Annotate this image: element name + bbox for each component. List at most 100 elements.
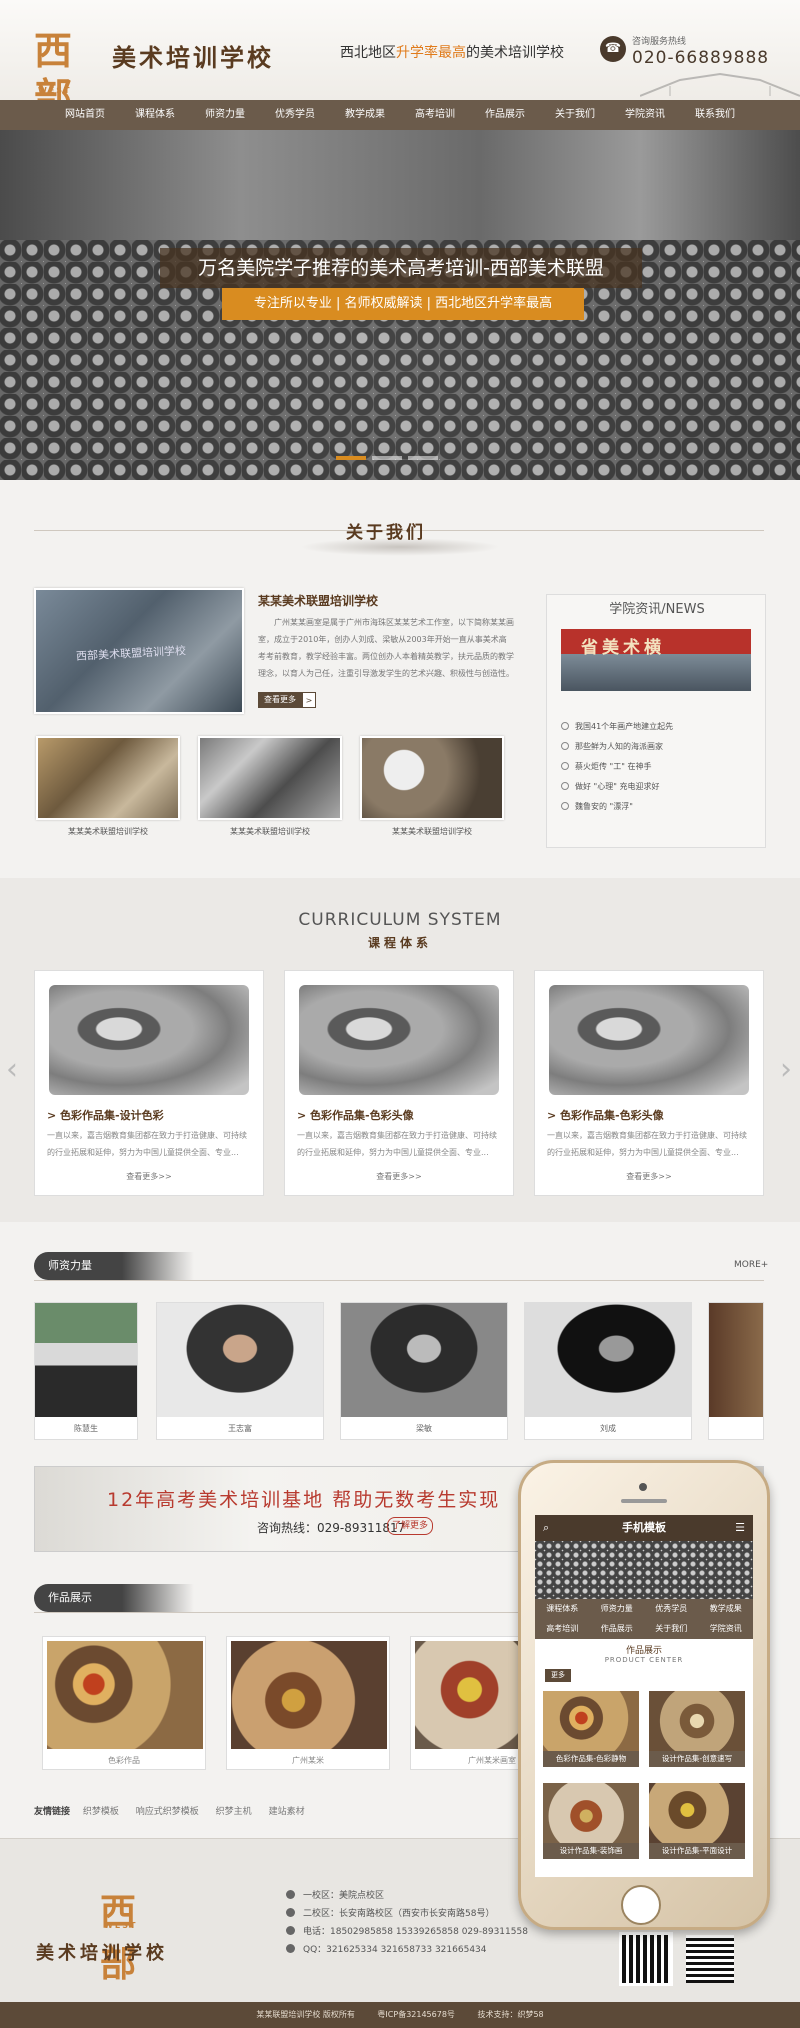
mobile-work-item[interactable]: 色彩作品集-色彩静物: [543, 1691, 639, 1767]
camera-icon: [639, 1483, 647, 1491]
footer-contact-info: 一校区：美院点校区 二校区：长安南路校区（西安市长安南路58号） 电话：1850…: [286, 1887, 528, 1959]
banner-photo-background: [0, 130, 800, 240]
location-line: 一校区：美院点校区: [286, 1887, 528, 1905]
about-thumb-1[interactable]: [36, 736, 180, 820]
course-title[interactable]: > 色彩作品集-色彩头像: [297, 1107, 414, 1123]
course-card[interactable]: > 色彩作品集-色彩头像 一直以来，嘉吉烟教育集团都在致力于打造健康、可持续的行…: [534, 970, 764, 1196]
news-item[interactable]: 我国41个年画产地建立起先: [561, 717, 673, 737]
friend-link[interactable]: 响应式织梦模板: [136, 1807, 199, 1817]
mobile-nav-item[interactable]: 教学成果: [699, 1599, 754, 1619]
bullet-icon: [561, 762, 569, 770]
work-card[interactable]: 广州某米: [226, 1636, 390, 1770]
icp-number[interactable]: 粤ICP备32145678号: [377, 2010, 455, 2019]
mobile-nav-item[interactable]: 师资力量: [590, 1599, 645, 1619]
works-title: 作品展示: [34, 1584, 194, 1612]
search-icon[interactable]: ⌕: [543, 1515, 549, 1541]
chevron-right-icon[interactable]: ›: [780, 1052, 792, 1087]
work-photo: [231, 1641, 387, 1749]
teacher-name: 陈慧生: [74, 1424, 98, 1433]
teacher-card[interactable]: 王志富: [156, 1302, 324, 1440]
news-item[interactable]: 那些鲜为人知的海派画家: [561, 737, 673, 757]
teacher-card[interactable]: 刘成: [524, 1302, 692, 1440]
mobile-nav-item[interactable]: 课程体系: [535, 1599, 590, 1619]
nav-results[interactable]: 教学成果: [330, 100, 400, 130]
logo[interactable]: 西部 WEST: [34, 28, 100, 119]
mobile-work-item[interactable]: 设计作品集-创意速写: [649, 1691, 745, 1767]
news-panel: 学院资讯/NEWS 省美术横 我国41个年画产地建立起先 那些鲜为人知的海派画家…: [546, 594, 766, 848]
mobile-work-name: 设计作品集-装饰画: [543, 1843, 639, 1859]
nav-curriculum[interactable]: 课程体系: [120, 100, 190, 130]
phone-line: 电话：18502985858 15339265858 029-89311558: [286, 1923, 528, 1941]
hero-banner[interactable]: 万名美院学子推荐的美术高考培训-西部美术联盟 专注所以专业 | 名师权威解读 |…: [0, 130, 800, 480]
nav-works[interactable]: 作品展示: [470, 100, 540, 130]
course-more-link[interactable]: 查看更多>>: [35, 1171, 263, 1182]
nav-teachers[interactable]: 师资力量: [190, 100, 260, 130]
course-more-link[interactable]: 查看更多>>: [285, 1171, 513, 1182]
work-name: 色彩作品: [108, 1756, 140, 1765]
course-more-link[interactable]: 查看更多>>: [535, 1171, 763, 1182]
news-title[interactable]: 学院资讯/NEWS: [547, 595, 767, 625]
qr-code-icon: [619, 1932, 673, 1986]
bullet-icon: [561, 802, 569, 810]
banner-dot-3[interactable]: [408, 456, 438, 460]
menu-icon[interactable]: ☰: [735, 1515, 745, 1541]
teacher-card[interactable]: 陈慧生: [34, 1302, 138, 1440]
news-item[interactable]: 做好 "心理" 充电迎求好: [561, 777, 673, 797]
about-more-button[interactable]: 查看更多 >: [258, 692, 316, 708]
mobile-work-name: 设计作品集-平面设计: [649, 1843, 745, 1859]
footer-logo[interactable]: 西部 WEST: [100, 1883, 162, 1985]
mobile-nav-item[interactable]: 优秀学员: [644, 1599, 699, 1619]
arrow-right-icon: >: [302, 692, 316, 708]
mobile-work-photo: [649, 1783, 745, 1843]
news-item[interactable]: 蔡火炬传 "工" 在神手: [561, 757, 673, 777]
location-icon: [286, 1890, 295, 1899]
ad-more-button[interactable]: 了解更多: [387, 1517, 433, 1535]
work-card[interactable]: 色彩作品: [42, 1636, 206, 1770]
mobile-work-item[interactable]: 设计作品集-装饰画: [543, 1783, 639, 1859]
course-card[interactable]: > 色彩作品集-设计色彩 一直以来，嘉吉烟教育集团都在致力于打造健康、可持续的行…: [34, 970, 264, 1196]
mobile-banner[interactable]: [535, 1541, 753, 1599]
course-title[interactable]: > 色彩作品集-色彩头像: [547, 1107, 664, 1123]
banner-dot-1[interactable]: [336, 456, 366, 460]
teachers-more-link[interactable]: MORE+: [734, 1260, 768, 1270]
nav-about[interactable]: 关于我们: [540, 100, 610, 130]
friend-link[interactable]: 织梦模板: [83, 1807, 119, 1817]
banner-dot-2[interactable]: [372, 456, 402, 460]
nav-students[interactable]: 优秀学员: [260, 100, 330, 130]
news-item[interactable]: 魏鲁安的 "漂浮": [561, 797, 673, 817]
about-heading[interactable]: 某某美术联盟培训学校: [258, 592, 378, 609]
ad-phone: 咨询热线：029-89311817: [257, 1521, 406, 1535]
mobile-nav-item[interactable]: 关于我们: [644, 1619, 699, 1639]
course-card[interactable]: > 色彩作品集-色彩头像 一直以来，嘉吉烟教育集团都在致力于打造健康、可持续的行…: [284, 970, 514, 1196]
copyright: 某某联盟培训学校 版权所有: [256, 2010, 355, 2019]
bullet-icon: [561, 722, 569, 730]
friend-link[interactable]: 织梦主机: [216, 1807, 252, 1817]
about-title: 关于我们: [346, 523, 426, 543]
mobile-more-button[interactable]: 更多: [545, 1669, 571, 1682]
chevron-left-icon[interactable]: ‹: [6, 1052, 18, 1087]
teacher-card[interactable]: 梁敏: [340, 1302, 508, 1440]
course-title[interactable]: > 色彩作品集-设计色彩: [47, 1107, 164, 1123]
nav-contact[interactable]: 联系我们: [680, 100, 750, 130]
bullet-icon: [561, 782, 569, 790]
course-photo: [49, 985, 249, 1095]
nav-exam[interactable]: 高考培训: [400, 100, 470, 130]
about-thumb-3[interactable]: [360, 736, 504, 820]
nav-home[interactable]: 网站首页: [50, 100, 120, 130]
about-thumb-2[interactable]: [198, 736, 342, 820]
nav-news[interactable]: 学院资讯: [610, 100, 680, 130]
qq-icon: [286, 1944, 295, 1953]
mobile-nav-item[interactable]: 学院资讯: [699, 1619, 754, 1639]
mobile-nav-item[interactable]: 作品展示: [590, 1619, 645, 1639]
curriculum-title-cn: 课程体系: [367, 936, 432, 950]
tech-support[interactable]: 技术支持：织梦58: [477, 2010, 543, 2019]
teacher-name: 刘成: [600, 1424, 616, 1433]
friend-link[interactable]: 建站素材: [269, 1807, 305, 1817]
mobile-work-name: 色彩作品集-色彩静物: [543, 1751, 639, 1767]
mobile-work-item[interactable]: 设计作品集-平面设计: [649, 1783, 745, 1859]
curriculum-title-en: CURRICULUM SYSTEM: [298, 910, 502, 930]
news-photo[interactable]: 省美术横: [561, 629, 751, 691]
teacher-card[interactable]: [708, 1302, 764, 1440]
mobile-nav-item[interactable]: 高考培训: [535, 1619, 590, 1639]
home-button-icon[interactable]: [621, 1885, 661, 1925]
